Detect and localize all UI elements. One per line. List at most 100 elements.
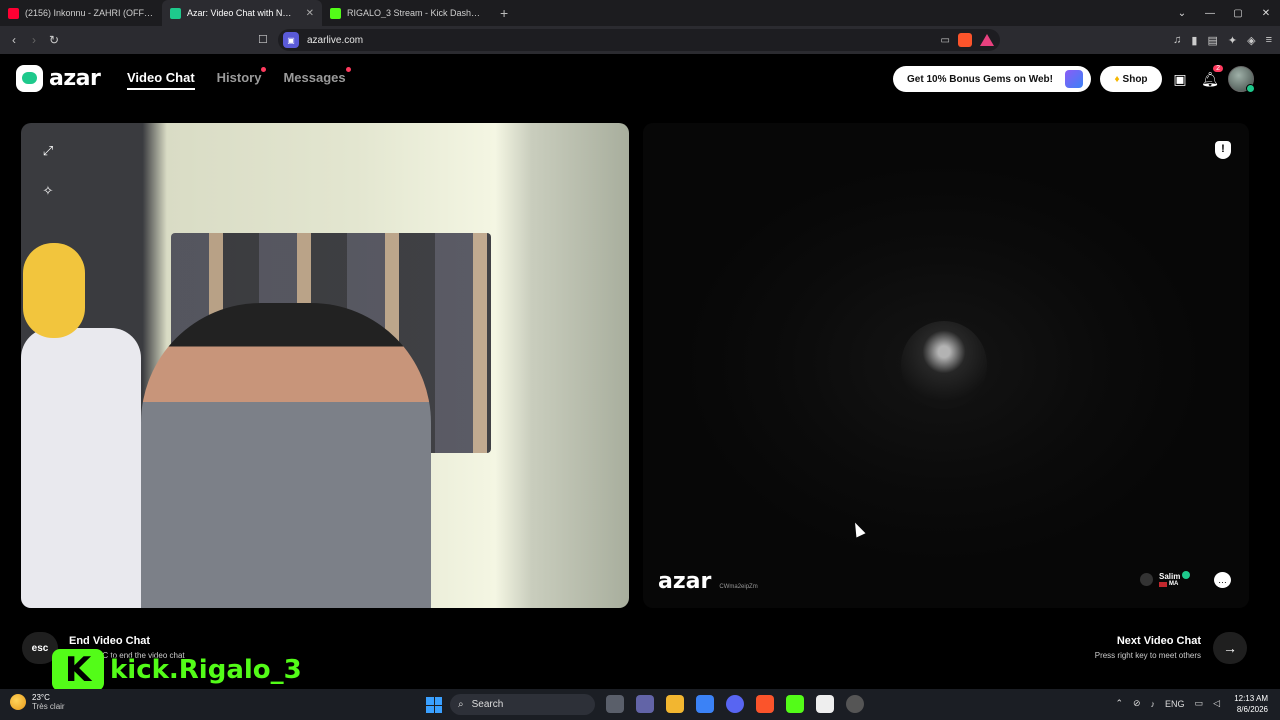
cast-icon[interactable]: ▭ <box>941 35 950 46</box>
new-tab-button[interactable]: + <box>500 5 508 21</box>
azar-watermark: azar CWma2eipZm <box>658 569 758 594</box>
youtube-icon <box>8 7 19 19</box>
bonus-gems-button[interactable]: Get 10% Bonus Gems on Web! <box>893 66 1091 92</box>
avatar[interactable] <box>1228 66 1255 93</box>
shop-button[interactable]: ♦ Shop <box>1100 66 1162 92</box>
next-chat-hint: Press right key to meet others <box>1094 651 1201 660</box>
watermark-id: CWma2eipZm <box>719 584 758 590</box>
kick-channel-name: kick.Rigalo_3 <box>110 655 302 685</box>
media-icon[interactable]: ♫ <box>1173 34 1181 47</box>
minimize-button[interactable]: — <box>1196 8 1224 19</box>
promo-label: Get 10% Bonus Gems on Web! <box>907 73 1053 85</box>
chat-bubble-icon[interactable]: … <box>1214 572 1231 588</box>
azar-logo-text: azar <box>49 66 101 91</box>
sidebar-icon[interactable]: ▮ <box>1191 34 1197 47</box>
discord-icon[interactable] <box>726 695 744 713</box>
nav-messages-label: Messages <box>283 70 346 85</box>
close-window-button[interactable]: ✕ <box>1252 8 1280 19</box>
remote-camera-object <box>901 321 987 409</box>
system-tray: ⌃ ⊘ ♪ ENG ▭ ◁ <box>1115 698 1220 709</box>
peer-info[interactable]: Salim MA <box>1140 571 1191 587</box>
capcut-icon[interactable] <box>816 695 834 713</box>
obs-icon[interactable] <box>846 695 864 713</box>
microphone-icon[interactable]: ♪ <box>1151 699 1156 709</box>
taskbar-apps <box>606 695 864 713</box>
flag-icon <box>1159 581 1167 587</box>
watermark-logo: azar <box>658 569 712 594</box>
store-icon[interactable] <box>696 695 714 713</box>
display-icon[interactable]: ▭ <box>1195 698 1204 709</box>
tab-title: Azar: Video Chat with New Pe <box>187 8 296 18</box>
local-video: ⤢ ✧ <box>21 123 629 608</box>
brave-shields-icon[interactable] <box>958 33 972 47</box>
clock-date: 8/6/2026 <box>1236 705 1268 714</box>
local-user <box>141 303 431 608</box>
brave-browser-icon[interactable] <box>756 695 774 713</box>
tab-list-icon[interactable]: ⌄ <box>1168 8 1196 19</box>
kick-icon <box>330 7 341 19</box>
nav-history[interactable]: History <box>216 67 267 90</box>
search-placeholder: Search <box>471 699 504 710</box>
menu-icon[interactable]: ≡ <box>1266 34 1272 47</box>
kick-stream-overlay: K kick.Rigalo_3 <box>52 649 302 691</box>
nav-video-chat[interactable]: Video Chat <box>127 70 195 90</box>
url-field[interactable]: ▣ azarlive.com ▭ <box>278 29 1000 51</box>
taskbar-search[interactable]: ⌕ Search <box>450 694 595 715</box>
file-explorer-icon[interactable] <box>666 695 684 713</box>
peer-name-text: Salim <box>1159 572 1181 581</box>
online-indicator <box>1246 84 1255 93</box>
url-text: azarlive.com <box>307 34 364 46</box>
weather-temperature: 23°C <box>32 693 50 702</box>
tray-chevron-icon[interactable]: ⌃ <box>1115 698 1123 709</box>
gem-icon: ♦ <box>1114 73 1120 85</box>
hanging-shirt <box>21 328 141 608</box>
task-view-icon[interactable] <box>606 695 624 713</box>
vpn-icon[interactable]: ◈ <box>1247 34 1255 47</box>
end-chat-title: End Video Chat <box>69 635 151 647</box>
nav-messages[interactable]: Messages <box>283 67 351 90</box>
network-icon[interactable]: ⊘ <box>1133 698 1141 709</box>
bookmark-icon[interactable]: ☐ <box>258 33 268 46</box>
site-icon: ▣ <box>283 32 299 48</box>
nav-history-label: History <box>216 70 262 85</box>
search-icon: ⌕ <box>458 699 464 710</box>
notification-bell-icon[interactable]: 🔔︎ 2 <box>1200 65 1223 89</box>
window-controls: ⌄ — ▢ ✕ <box>1168 0 1280 26</box>
tab-youtube[interactable]: (2156) Inkonnu - ZAHRI (OFFICIAL A <box>0 0 162 26</box>
browser-tab-bar: (2156) Inkonnu - ZAHRI (OFFICIAL A Azar:… <box>0 0 1280 26</box>
wallet-icon[interactable]: ▤ <box>1207 34 1217 47</box>
next-chat-title: Next Video Chat <box>1116 635 1201 647</box>
expand-icon[interactable]: ⤢ <box>37 140 59 162</box>
tab-title: RIGALO_3 Stream - Kick Dashboard <box>347 8 484 18</box>
volume-icon[interactable]: ◁ <box>1213 698 1220 709</box>
close-tab-icon[interactable]: ✕ <box>306 8 314 19</box>
back-icon[interactable]: ‹ <box>4 33 24 47</box>
windows-start-icon[interactable] <box>426 697 442 713</box>
arrow-right-icon: → <box>1223 640 1237 656</box>
next-chat-button[interactable]: → <box>1213 632 1247 664</box>
report-icon[interactable]: ! <box>1215 141 1231 159</box>
windows-taskbar: 23°C Très clair ⌕ Search ⌃ ⊘ ♪ ENG ▭ ◁ 1… <box>0 689 1280 720</box>
azar-icon <box>170 7 181 19</box>
maximize-button[interactable]: ▢ <box>1224 8 1252 19</box>
peer-avatar <box>1140 572 1153 586</box>
language-indicator[interactable]: ENG <box>1165 699 1185 709</box>
tab-azar[interactable]: Azar: Video Chat with New Pe ✕ <box>162 0 322 26</box>
tab-kick[interactable]: RIGALO_3 Stream - Kick Dashboard <box>322 0 492 26</box>
teams-icon[interactable] <box>636 695 654 713</box>
forward-icon[interactable]: › <box>24 33 44 47</box>
azar-logo[interactable]: azar <box>16 65 101 92</box>
kick-app-icon[interactable] <box>786 695 804 713</box>
taskbar-clock[interactable]: 12:13 AM 8/6/2026 <box>1234 693 1268 715</box>
inbox-icon[interactable]: ▣ <box>1170 69 1190 89</box>
weather-widget[interactable]: 23°C Très clair <box>10 693 65 711</box>
leo-icon[interactable]: ✦ <box>1228 34 1237 47</box>
toolbar-icons: ♫ ▮ ▤ ✦ ◈ ≡ <box>1173 34 1272 47</box>
peer-country-code: MA <box>1169 581 1179 587</box>
brave-rewards-icon[interactable] <box>980 34 994 46</box>
peer-country: MA <box>1159 581 1190 587</box>
notification-badge: 2 <box>1213 65 1223 72</box>
shop-label: Shop <box>1122 73 1148 85</box>
effects-wand-icon[interactable]: ✧ <box>37 180 59 202</box>
reload-icon[interactable]: ↻ <box>44 33 64 47</box>
